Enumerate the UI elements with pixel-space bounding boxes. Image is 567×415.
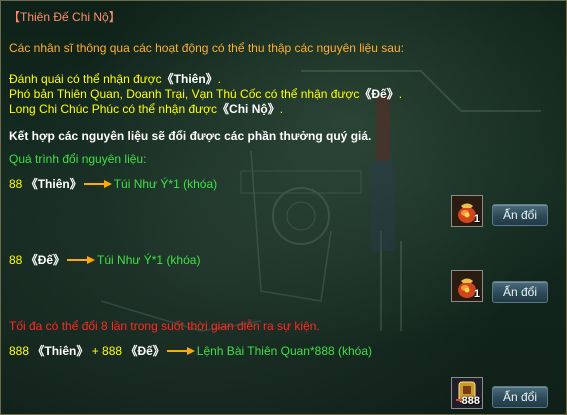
reward-text: Túi Như Ý*1 (khóa): [97, 253, 201, 267]
arrow-icon: [166, 345, 195, 359]
arrow-icon: [67, 254, 96, 268]
source-suffix: .: [398, 87, 403, 101]
source-item: 《Chi Nộ》: [217, 102, 280, 116]
source-item: 《Thiên》: [161, 72, 218, 86]
exchange-button-1[interactable]: Ấn đổi: [492, 204, 548, 226]
source-text: Phó bản Thiên Quan, Doanh Trại, Vạn Thú …: [9, 87, 360, 101]
exchange-row-1: 88 《Thiên》 Túi Như Ý*1 (khóa): [9, 175, 217, 192]
source-text: Long Chi Chúc Phúc có thể nhận được: [9, 102, 218, 116]
cost-item: 《Thiên》: [32, 344, 89, 358]
reward-slot-3[interactable]: 888: [451, 377, 483, 409]
exchange-row-3: 888 《Thiên》 + 888 《Đế》 Lệnh Bài Thiên Qua…: [9, 342, 372, 359]
cost-item: 《Thiên》: [25, 177, 82, 191]
reward-quantity: 1: [473, 213, 480, 225]
source-item: 《Đế》: [359, 87, 399, 101]
source-text: Đánh quái có thể nhận được: [9, 72, 162, 86]
cost-amount: 88: [9, 253, 23, 267]
source-suffix: .: [217, 72, 222, 86]
intro-text: Các nhân sĩ thông qua các hoạt động có t…: [9, 41, 404, 55]
limit-warning: Tối đa có thể đổi 8 lần trong suốt thời …: [9, 319, 320, 333]
cost-item: 《Đế》: [25, 253, 66, 267]
reward-slot-2[interactable]: 1: [451, 270, 483, 302]
reward-text: Lệnh Bài Thiên Quan*888 (khóa): [196, 344, 373, 358]
combine-text: Kết hợp các nguyên liệu sẽ đổi được các …: [9, 129, 372, 143]
cost-extra-item: 《Đế》: [125, 344, 165, 358]
cost-amount: 88: [9, 177, 23, 191]
process-label: Quá trình đổi nguyên liệu:: [9, 152, 147, 166]
cost-extra-amount: + 888: [91, 344, 123, 358]
source-line-3: Long Chi Chúc Phúc có thể nhận được《Chi …: [9, 100, 283, 117]
exchange-row-2: 88 《Đế》 Túi Như Ý*1 (khóa): [9, 251, 200, 268]
cost-amount: 888: [9, 344, 30, 358]
source-suffix: .: [279, 102, 284, 116]
reward-text: Túi Như Ý*1 (khóa): [113, 177, 218, 191]
page-title: 【Thiên Đế Chi Nộ】: [8, 10, 121, 24]
exchange-button-3[interactable]: Ấn đổi: [492, 386, 548, 408]
arrow-icon: [83, 178, 112, 192]
event-panel: 【Thiên Đế Chi Nộ】 Các nhân sĩ thông qua …: [0, 0, 567, 415]
reward-quantity: 888: [461, 395, 480, 407]
exchange-button-2[interactable]: Ấn đổi: [492, 281, 548, 303]
reward-quantity: 1: [473, 288, 480, 300]
reward-slot-1[interactable]: 1: [451, 195, 483, 227]
